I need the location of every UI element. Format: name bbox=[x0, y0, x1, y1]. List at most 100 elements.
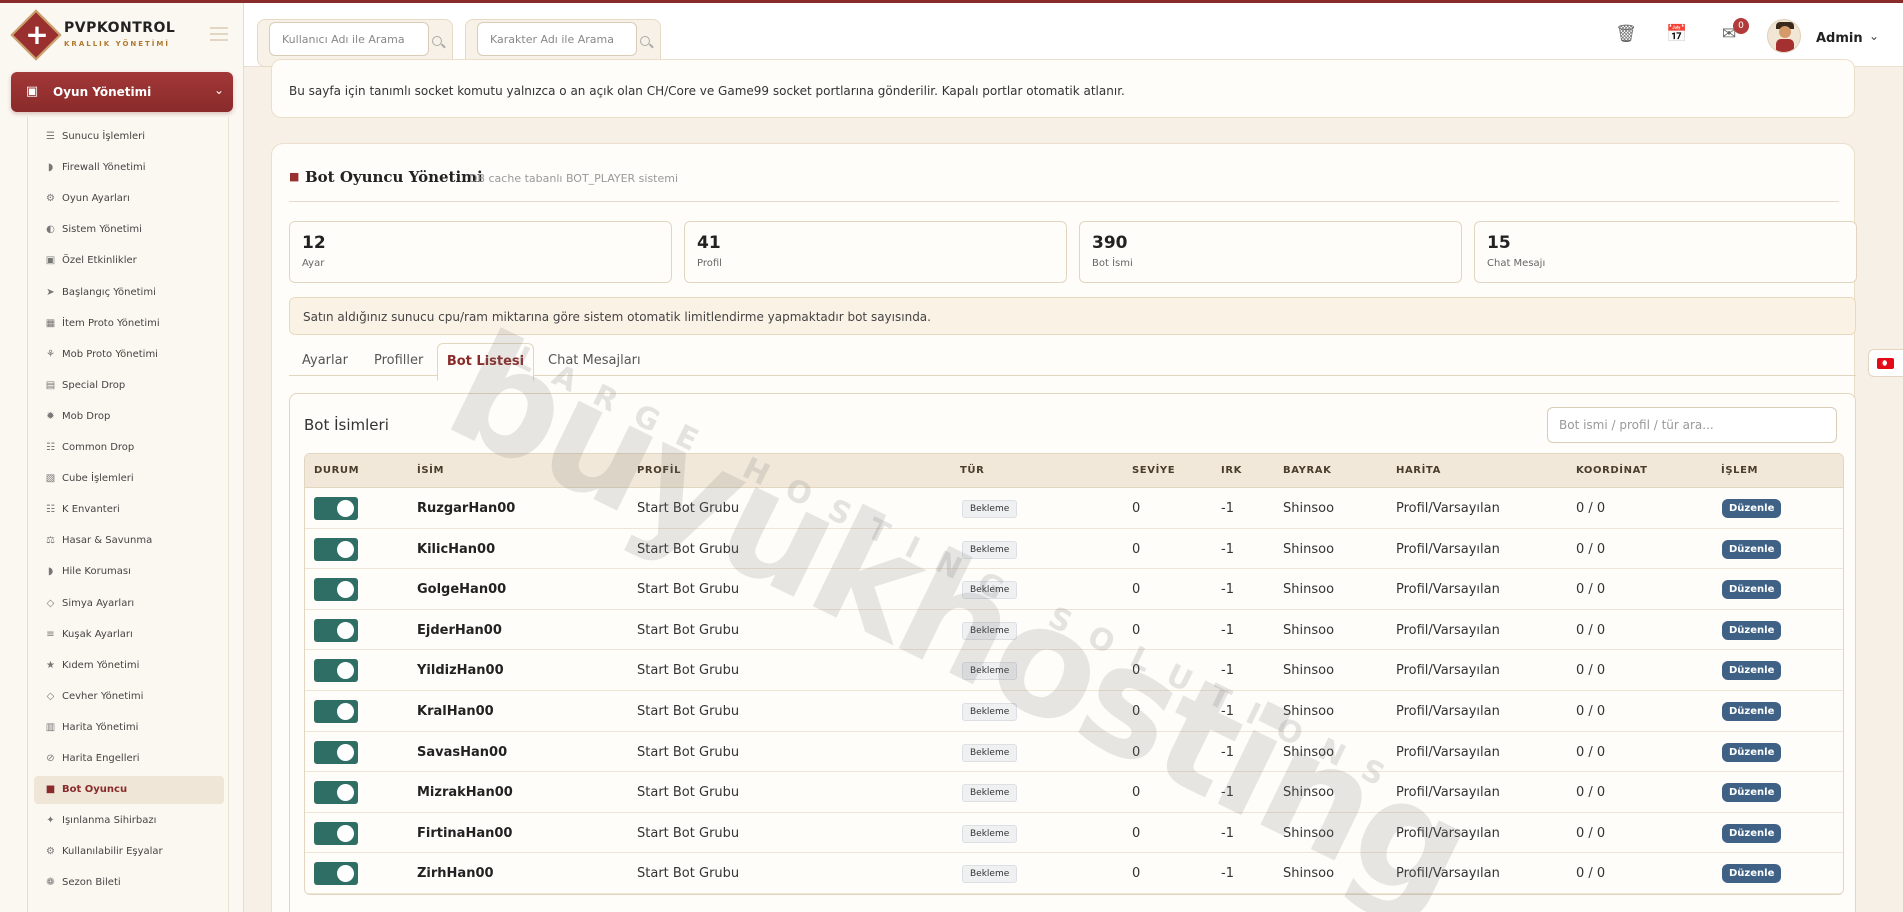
admin-name[interactable]: Admin bbox=[1816, 31, 1863, 46]
status-toggle[interactable] bbox=[314, 862, 358, 886]
toggle-knob bbox=[337, 702, 354, 720]
bot-level: 0 bbox=[1132, 703, 1141, 719]
sidebar-item[interactable]: ◇ Simya Ayarları bbox=[34, 590, 224, 618]
sidebar-item[interactable]: ✦ Işınlanma Sihirbazı bbox=[34, 807, 224, 835]
sidebar-item[interactable]: ★ Kıdem Yönetimi bbox=[34, 652, 224, 680]
sidebar-item[interactable]: ❁ Sezon Bileti bbox=[34, 869, 224, 897]
turkey-flag-icon bbox=[1877, 358, 1894, 369]
column-header: İŞLEM bbox=[1721, 465, 1759, 476]
gamepad-icon: ▣ bbox=[25, 84, 39, 99]
avatar[interactable] bbox=[1767, 19, 1801, 53]
bot-profile: Start Bot Grubu bbox=[637, 785, 740, 801]
sidebar-item[interactable]: ▦ İtem Proto Yönetimi bbox=[34, 310, 224, 338]
balance-icon: ⚖ bbox=[46, 535, 55, 547]
tab-profiller[interactable]: Profiller bbox=[374, 343, 423, 381]
edit-button[interactable]: Düzenle bbox=[1722, 580, 1782, 600]
edit-button[interactable]: Düzenle bbox=[1722, 823, 1782, 843]
character-search-input[interactable] bbox=[477, 22, 637, 56]
sidebar-item[interactable]: ▧ Cube İşlemleri bbox=[34, 465, 224, 493]
bot-map: Profil/Varsayılan bbox=[1396, 866, 1500, 882]
language-switch[interactable] bbox=[1868, 349, 1903, 377]
bot-race: -1 bbox=[1221, 663, 1234, 679]
status-toggle[interactable] bbox=[314, 740, 358, 764]
table-row: GolgeHan00 Start Bot Grubu 0 -1 Shinsoo Profi… bbox=[305, 569, 1843, 610]
status-toggle[interactable] bbox=[314, 659, 358, 683]
trophy-icon: ❁ bbox=[46, 877, 55, 889]
wand-icon: ✦ bbox=[46, 815, 55, 827]
status-toggle[interactable] bbox=[314, 537, 358, 561]
bot-coordinate: 0 / 0 bbox=[1576, 744, 1606, 760]
edit-button[interactable]: Düzenle bbox=[1722, 620, 1782, 640]
sidebar-item[interactable]: ☷ Common Drop bbox=[34, 434, 224, 462]
toggle-knob bbox=[337, 824, 354, 842]
tab-bot-listesi[interactable]: Bot Listesi bbox=[437, 343, 534, 381]
edit-button[interactable]: Düzenle bbox=[1722, 742, 1782, 762]
stat-value: 12 bbox=[302, 233, 326, 253]
chevron-down-icon[interactable]: ⌄ bbox=[1869, 29, 1879, 43]
tab-ayarlar[interactable]: Ayarlar bbox=[302, 343, 348, 381]
bot-flag: Shinsoo bbox=[1283, 501, 1335, 516]
sidebar-item[interactable]: ≡ Kuşak Ayarları bbox=[34, 621, 224, 649]
gem-icon: ◇ bbox=[46, 597, 55, 609]
status-toggle[interactable] bbox=[314, 618, 358, 642]
edit-button[interactable]: Düzenle bbox=[1722, 864, 1782, 884]
sidebar-item[interactable]: ◇ Cevher Yönetimi bbox=[34, 683, 224, 711]
sidebar-item[interactable]: ➤ Başlangıç Yönetimi bbox=[34, 279, 224, 307]
bot-level: 0 bbox=[1132, 501, 1141, 516]
status-toggle[interactable] bbox=[314, 578, 358, 602]
bot-flag: Shinsoo bbox=[1283, 582, 1335, 598]
tab-chat-mesajlari[interactable]: Chat Mesajları bbox=[548, 343, 641, 381]
status-toggle[interactable] bbox=[314, 821, 358, 845]
user-search-input[interactable] bbox=[269, 22, 429, 56]
status-toggle[interactable] bbox=[314, 699, 358, 723]
edit-button[interactable]: Düzenle bbox=[1722, 539, 1782, 559]
sidebar-item[interactable]: ▤ Special Drop bbox=[34, 372, 224, 400]
bot-profile: Start Bot Grubu bbox=[637, 825, 740, 841]
edit-button[interactable]: Düzenle bbox=[1722, 783, 1782, 803]
column-header: SEVİYE bbox=[1132, 465, 1176, 476]
sidebar-item-label: Hasar & Savunma bbox=[62, 535, 153, 547]
sidebar-item[interactable]: ☰ Sunucu İşlemleri bbox=[34, 123, 224, 151]
type-badge: Bekleme bbox=[962, 662, 1018, 681]
sidebar-section-oyun-yonetimi[interactable]: ▣ Oyun Yönetimi ⌄ bbox=[11, 72, 233, 112]
bot-race: -1 bbox=[1221, 622, 1234, 638]
sidebar-item[interactable]: ⚙ Oyun Ayarları bbox=[34, 185, 224, 213]
search-icon[interactable] bbox=[640, 36, 650, 46]
bot-name: SavasHan00 bbox=[417, 744, 508, 760]
bot-profile: Start Bot Grubu bbox=[637, 622, 740, 638]
bot-search-input[interactable] bbox=[1547, 407, 1837, 443]
stat-card-ayar: 12 Ayar bbox=[289, 221, 672, 283]
column-header: DURUM bbox=[314, 465, 360, 476]
edit-button[interactable]: Düzenle bbox=[1722, 661, 1782, 681]
sidebar-item[interactable]: ▥ Harita Yönetimi bbox=[34, 714, 224, 742]
sidebar-item[interactable]: ⚙ Kullanılabilir Eşyalar bbox=[34, 838, 224, 866]
column-header: BAYRAK bbox=[1283, 465, 1332, 476]
sidebar-submenu: ☰ Sunucu İşlemleri ◗ Firewall Yönetimi ⚙ Oyun… bbox=[27, 117, 229, 912]
sidebar-item[interactable]: ⚘ Mob Proto Yönetimi bbox=[34, 341, 224, 369]
status-toggle[interactable] bbox=[314, 781, 358, 805]
status-toggle[interactable] bbox=[314, 497, 358, 520]
sidebar-item[interactable]: ◗ Firewall Yönetimi bbox=[34, 154, 224, 182]
menu-toggle-icon[interactable] bbox=[210, 27, 228, 41]
bot-profile: Start Bot Grubu bbox=[637, 744, 740, 760]
edit-button[interactable]: Düzenle bbox=[1722, 499, 1782, 518]
edit-button[interactable]: Düzenle bbox=[1722, 701, 1782, 721]
search-icon[interactable] bbox=[432, 36, 442, 46]
calendar-icon[interactable]: 📅 bbox=[1666, 23, 1688, 45]
table-row: EjderHan00 Start Bot Grubu 0 -1 Shinsoo Profi… bbox=[305, 610, 1843, 651]
sidebar-item[interactable]: ◐ Sistem Yönetimi bbox=[34, 216, 224, 244]
trash-icon[interactable]: 🗑 bbox=[1615, 23, 1637, 45]
bot-coordinate: 0 / 0 bbox=[1576, 703, 1606, 719]
sidebar-item[interactable]: ⊘ Harita Engelleri bbox=[34, 745, 224, 773]
sidebar-item[interactable]: ■ Bot Oyuncu bbox=[34, 776, 224, 805]
bot-flag: Shinsoo bbox=[1283, 703, 1335, 719]
sidebar-item[interactable]: ◗ Hile Koruması bbox=[34, 558, 224, 586]
sidebar-item[interactable]: ✹ Mob Drop bbox=[34, 403, 224, 431]
sidebar-item[interactable]: ⚖ Hasar & Savunma bbox=[34, 527, 224, 555]
bot-race: -1 bbox=[1221, 541, 1234, 557]
bot-race: -1 bbox=[1221, 703, 1234, 719]
bot-race: -1 bbox=[1221, 785, 1234, 801]
gears-icon: ⚙ bbox=[46, 846, 55, 858]
sidebar-item[interactable]: ☷ K Envanteri bbox=[34, 496, 224, 524]
sidebar-item[interactable]: ▣ Özel Etkinlikler bbox=[34, 247, 224, 275]
